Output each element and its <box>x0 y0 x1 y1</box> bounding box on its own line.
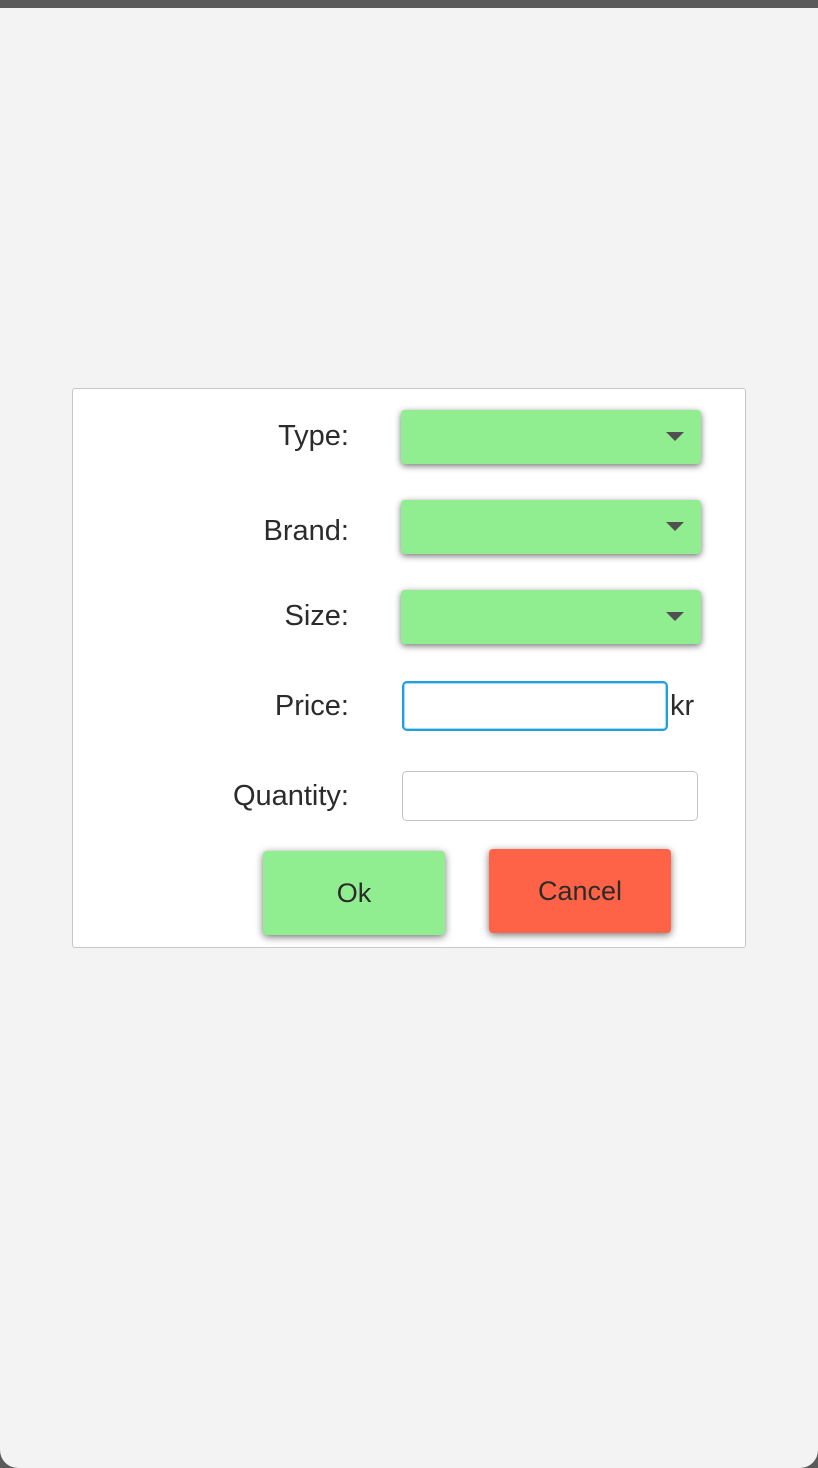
type-label: Type: <box>278 420 349 452</box>
price-input[interactable] <box>402 681 668 731</box>
cancel-button[interactable]: Cancel <box>489 849 671 933</box>
product-form-panel: Type: Brand: Size: Price: kr Quantity: O… <box>72 388 746 948</box>
size-label: Size: <box>284 600 349 632</box>
price-label: Price: <box>274 690 349 722</box>
ok-button[interactable]: Ok <box>263 851 445 935</box>
quantity-label: Quantity: <box>232 780 349 812</box>
size-select[interactable] <box>401 590 701 644</box>
price-unit-label: kr <box>670 690 695 722</box>
brand-label: Brand: <box>263 515 349 547</box>
chevron-down-icon <box>666 612 684 621</box>
app-window: Type: Brand: Size: Price: kr Quantity: O… <box>0 8 818 1468</box>
quantity-input[interactable] <box>402 771 698 821</box>
chevron-down-icon <box>666 522 684 531</box>
brand-select[interactable] <box>401 500 701 554</box>
chevron-down-icon <box>666 432 684 441</box>
type-select[interactable] <box>401 410 701 464</box>
